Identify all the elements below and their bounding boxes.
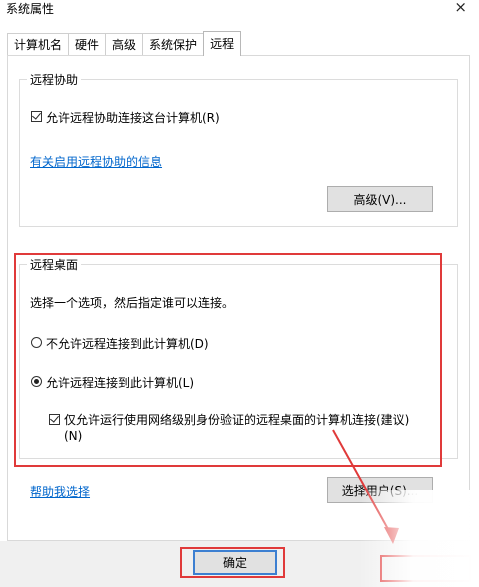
remote-desktop-title: 远程桌面 [27,256,82,273]
tab-hardware[interactable]: 硬件 [68,33,107,55]
remote-assistance-title: 远程协助 [27,71,82,88]
ok-button[interactable]: 确定 [193,550,277,575]
select-users-button[interactable]: 选择用户(S)... [327,477,433,503]
nla-only-label-line1: 仅允许运行使用网络级别身份验证的远程桌面的计算机连接(建议) [64,413,410,427]
tab-advanced[interactable]: 高级 [105,33,144,55]
tab-strip: 计算机名 硬件 高级 系统保护 远程 [7,31,242,56]
advanced-button[interactable]: 高级(V)... [327,186,433,212]
radio-allow-remote[interactable] [31,376,42,387]
nla-only-label-line2: (N) [64,429,83,443]
system-properties-window: 系统属性 × 计算机名 硬件 高级 系统保护 远程 远程协助 允许远程协助连接这… [0,0,479,587]
allow-remote-assistance-checkbox[interactable] [31,111,42,122]
help-me-choose-link[interactable]: 帮助我选择 [30,483,90,500]
tab-computer-name[interactable]: 计算机名 [7,33,70,55]
radio-disallow-remote[interactable] [31,337,42,348]
radio-allow-remote-label: 允许远程连接到此计算机(L) [46,376,195,390]
allow-remote-assistance-label: 允许远程协助连接这台计算机(R) [46,111,220,125]
remote-desktop-instruction: 选择一个选项，然后指定谁可以连接。 [30,296,235,310]
nla-only-checkbox[interactable] [49,414,60,425]
window-title: 系统属性 [6,2,55,16]
radio-disallow-remote-label: 不允许远程连接到此计算机(D) [46,337,209,351]
tab-system-protection[interactable]: 系统保护 [142,33,205,55]
close-icon[interactable]: × [454,0,467,15]
remote-assistance-info-link[interactable]: 有关启用远程协助的信息 [30,153,162,170]
tab-remote[interactable]: 远程 [203,31,242,56]
